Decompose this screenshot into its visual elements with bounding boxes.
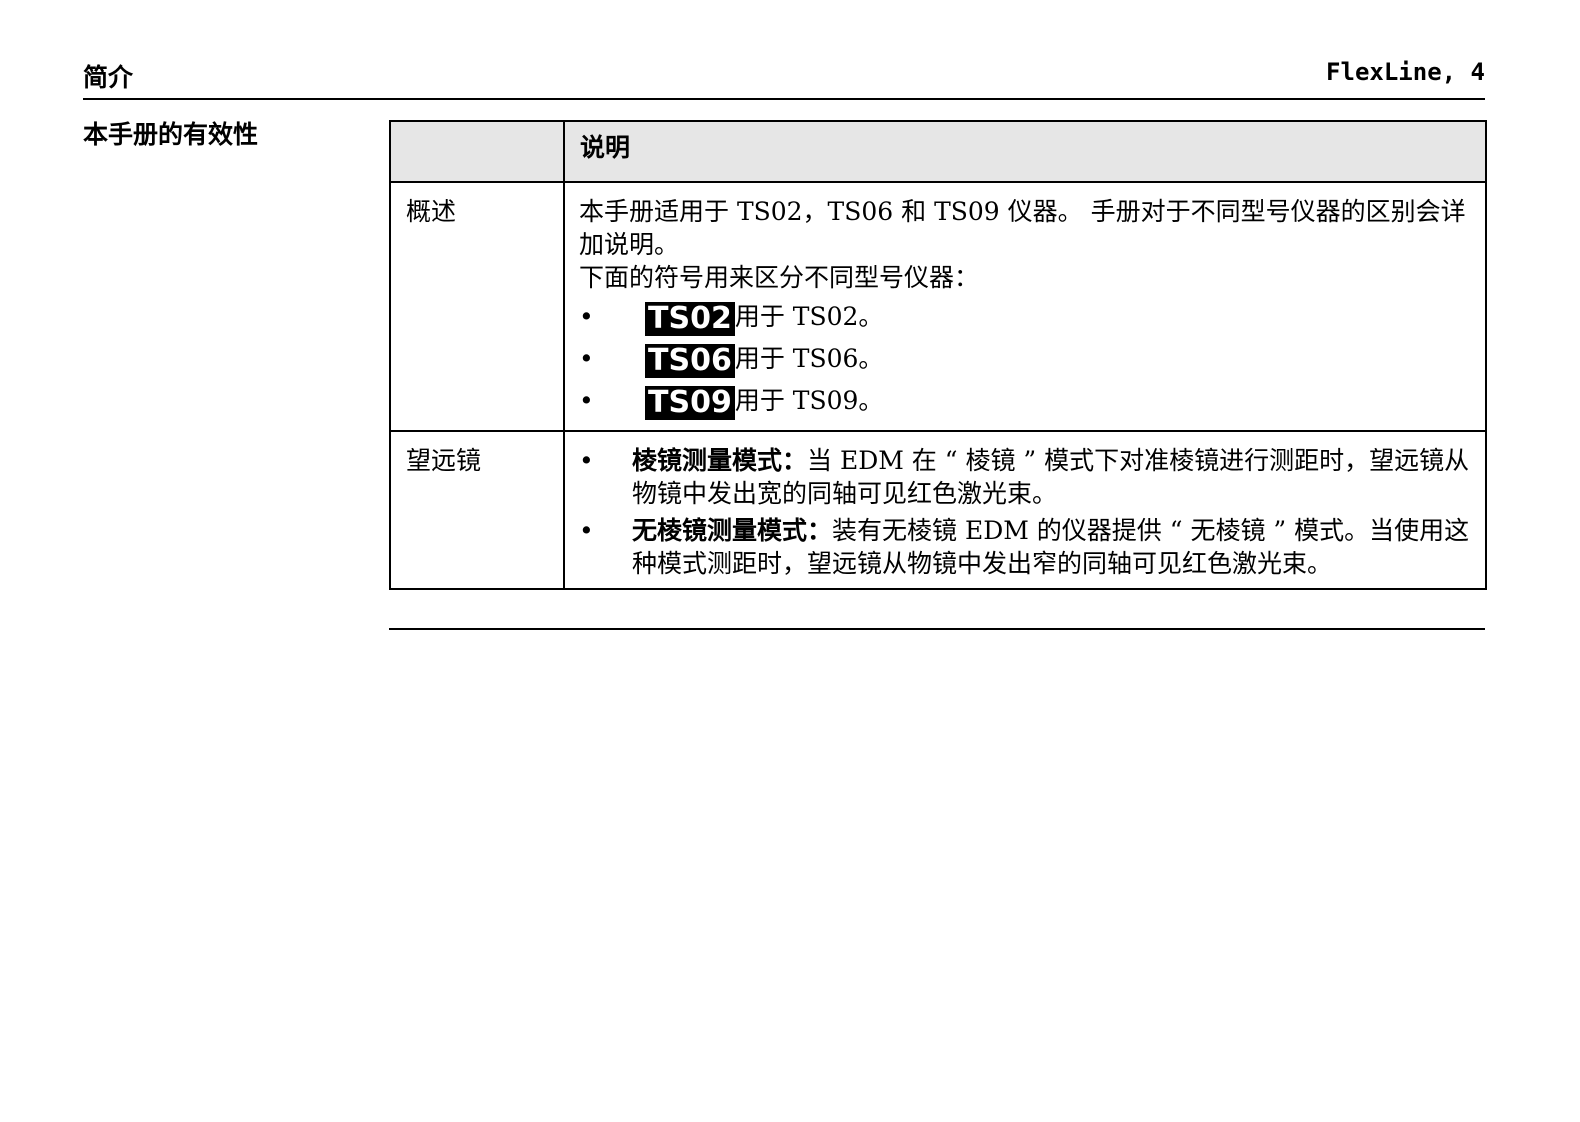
row-label-telescope: 望远镜 bbox=[389, 430, 565, 590]
telescope-content: • 棱镜测量模式：当 EDM 在 “ 棱镜 ” 模式下对准棱镜进行测距时，望远镜… bbox=[563, 430, 1487, 590]
list-item: • 无棱镜测量模式：装有无棱镜 EDM 的仪器提供 “ 无棱镜 ” 模式。当使用… bbox=[579, 514, 1475, 580]
bullet: • bbox=[579, 386, 594, 415]
table-column-header: 说明 bbox=[563, 120, 1487, 183]
list-item: • TS09 用于 TS09。 bbox=[579, 380, 1475, 422]
section-title: 本手册的有效性 bbox=[83, 120, 259, 149]
mode-list: • 棱镜测量模式：当 EDM 在 “ 棱镜 ” 模式下对准棱镜进行测距时，望远镜… bbox=[579, 444, 1475, 580]
mode-term-reflectorless: 无棱镜测量模式： bbox=[632, 516, 833, 545]
model-badge-ts02: TS02 bbox=[645, 301, 735, 336]
table-row-telescope: 望远镜 • 棱镜测量模式：当 EDM 在 “ 棱镜 ” 模式下对准棱镜进行测距时… bbox=[389, 430, 1487, 590]
header-section-title: 简介 bbox=[83, 63, 134, 92]
row-label-overview: 概述 bbox=[389, 181, 565, 432]
model-list: • TS02 用于 TS02。 • TS06 用于 TS06。 • TS09 用于 T… bbox=[579, 296, 1475, 422]
list-item: • TS06 用于 TS06。 bbox=[579, 338, 1475, 380]
bullet: • bbox=[579, 446, 594, 475]
model-text: 用于 TS06。 bbox=[734, 344, 884, 373]
bullet: • bbox=[579, 302, 594, 331]
mode-term-prism: 棱镜测量模式： bbox=[632, 446, 808, 475]
overview-text-1: 本手册适用于 TS02，TS06 和 TS09 仪器。 手册对于不同型号仪器的区… bbox=[579, 197, 1466, 259]
model-badge-ts06: TS06 bbox=[645, 343, 735, 378]
page-header: 简介 FlexLine, 4 bbox=[83, 56, 1485, 100]
section-bottom-rule bbox=[389, 628, 1485, 630]
list-item: • 棱镜测量模式：当 EDM 在 “ 棱镜 ” 模式下对准棱镜进行测距时，望远镜… bbox=[579, 444, 1475, 510]
header-product-page: FlexLine, 4 bbox=[1326, 58, 1485, 86]
model-text: 用于 TS09。 bbox=[734, 386, 884, 415]
list-item: • TS02 用于 TS02。 bbox=[579, 296, 1475, 338]
bullet: • bbox=[579, 516, 594, 545]
table-header-row: 说明 bbox=[389, 120, 1487, 183]
overview-content: 本手册适用于 TS02，TS06 和 TS09 仪器。 手册对于不同型号仪器的区… bbox=[563, 181, 1487, 432]
overview-text-2: 下面的符号用来区分不同型号仪器： bbox=[579, 263, 980, 292]
table-header-empty-cell bbox=[389, 120, 565, 183]
table-row-overview: 概述 本手册适用于 TS02，TS06 和 TS09 仪器。 手册对于不同型号仪… bbox=[389, 181, 1487, 432]
model-badge-ts09: TS09 bbox=[645, 385, 735, 420]
model-text: 用于 TS02。 bbox=[734, 302, 884, 331]
bullet: • bbox=[579, 344, 594, 373]
description-table: 说明 概述 本手册适用于 TS02，TS06 和 TS09 仪器。 手册对于不同… bbox=[389, 120, 1487, 590]
